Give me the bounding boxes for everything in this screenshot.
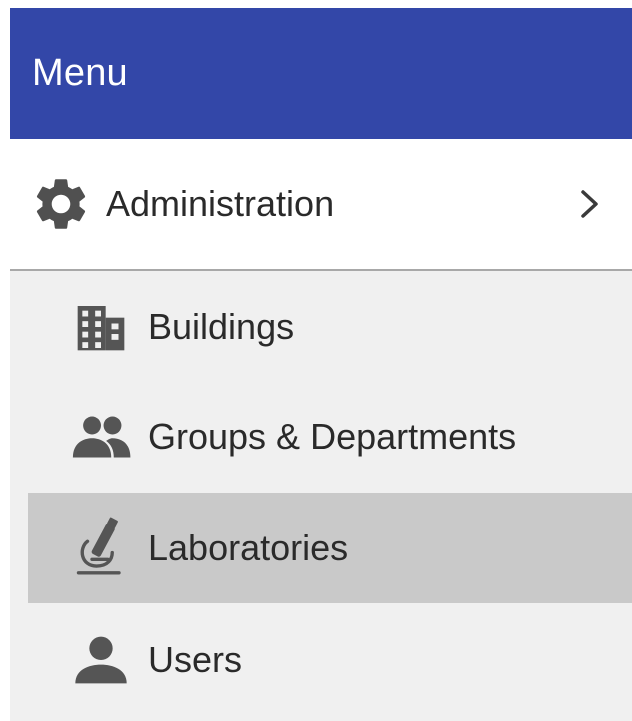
side-menu: Menu Administration Buildings Groups & D… [10, 8, 632, 721]
submenu-item-label: Users [148, 639, 243, 680]
submenu-item-label: Laboratories [148, 527, 349, 568]
menu-section-administration[interactable]: Administration [10, 139, 632, 271]
section-label: Administration [106, 183, 335, 224]
gear-icon [30, 173, 92, 235]
menu-title: Menu [32, 52, 128, 94]
submenu-item-groups-departments[interactable]: Groups & Departments [10, 382, 632, 492]
submenu-item-buildings[interactable]: Buildings [10, 272, 632, 382]
submenu-item-label: Buildings [148, 306, 295, 347]
submenu-item-label: Groups & Departments [148, 416, 517, 457]
people-icon [70, 406, 132, 468]
chevron-right-icon [581, 190, 598, 218]
submenu-item-users[interactable]: Users [10, 605, 632, 715]
building-icon [70, 296, 132, 358]
submenu-item-laboratories[interactable]: Laboratories [28, 493, 632, 603]
menu-header: Menu [10, 8, 632, 139]
person-icon [70, 629, 132, 691]
microscope-icon [70, 517, 132, 579]
submenu-list: Buildings Groups & Departments Laborator… [10, 271, 632, 721]
